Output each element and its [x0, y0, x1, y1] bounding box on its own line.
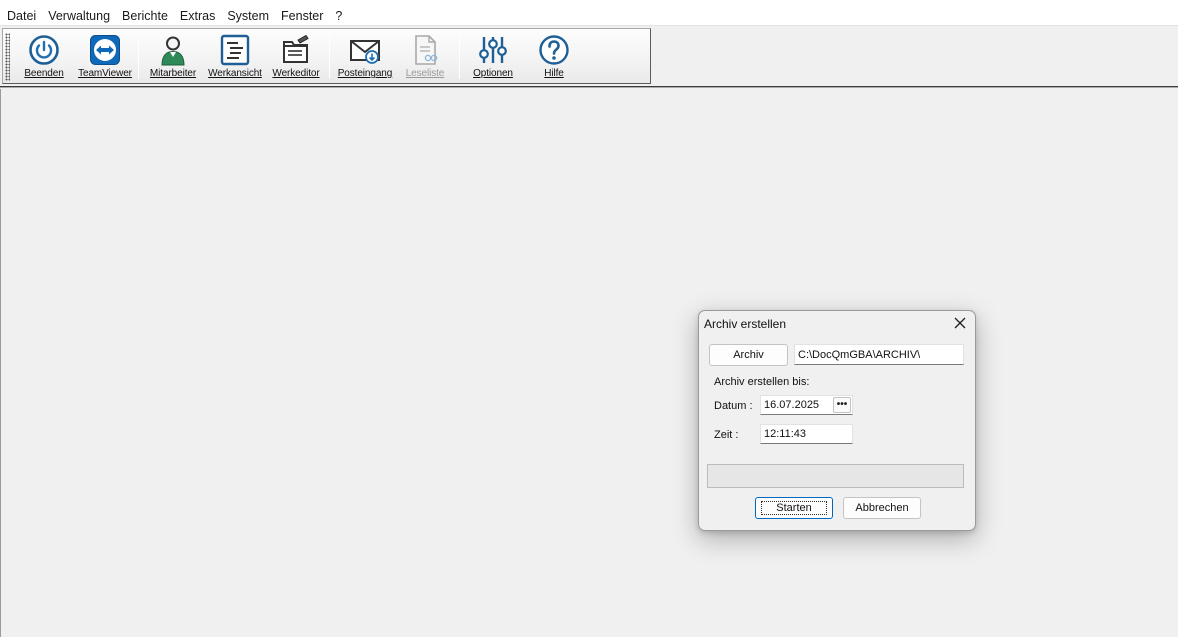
leseliste-label: Leseliste — [405, 68, 445, 79]
archiv-path-field[interactable]: C:\DocQmGBA\ARCHIV\ — [794, 344, 964, 365]
toolbar-grip[interactable] — [5, 33, 10, 81]
beenden-button[interactable]: Beenden — [17, 33, 71, 83]
menu-fenster[interactable]: Fenster — [276, 6, 328, 26]
datum-label: Datum : — [714, 400, 753, 412]
werkeditor-button[interactable]: Werkeditor — [268, 33, 324, 83]
hilfe-button[interactable]: Hilfe — [528, 33, 580, 83]
posteingang-label: Posteingang — [337, 68, 393, 79]
starten-label: Starten — [761, 501, 827, 515]
menu-system[interactable]: System — [222, 6, 274, 26]
werkeditor-label: Werkeditor — [272, 68, 320, 79]
folder-pen-icon — [279, 33, 313, 67]
hilfe-label: Hilfe — [544, 68, 564, 79]
close-icon — [954, 317, 966, 329]
mitarbeiter-button[interactable]: Mitarbeiter — [145, 33, 201, 83]
archiv-bis-label: Archiv erstellen bis: — [714, 376, 810, 388]
menu-berichte[interactable]: Berichte — [117, 6, 173, 26]
close-button[interactable] — [951, 314, 969, 332]
zeit-label: Zeit : — [714, 429, 739, 441]
archiv-button[interactable]: Archiv — [709, 344, 788, 366]
main-toolbar: Beenden TeamViewer Mitarbeiter Werkansic… — [2, 28, 651, 84]
document-list-icon — [218, 33, 252, 67]
help-icon — [537, 33, 571, 67]
date-picker-button[interactable]: ••• — [833, 397, 851, 413]
menu-datei[interactable]: Datei — [2, 6, 41, 26]
menu-extras[interactable]: Extras — [175, 6, 220, 26]
werkansicht-label: Werkansicht — [208, 68, 262, 79]
mail-inbox-icon — [348, 33, 382, 67]
mdi-top-border — [0, 86, 1178, 88]
beenden-label: Beenden — [24, 68, 64, 79]
leseliste-button: Leseliste — [399, 33, 451, 83]
teamviewer-icon — [88, 33, 122, 67]
sliders-icon — [476, 33, 510, 67]
toolbar-separator — [459, 35, 460, 79]
werkansicht-button[interactable]: Werkansicht — [206, 33, 264, 83]
power-icon — [27, 33, 61, 67]
teamviewer-button[interactable]: TeamViewer — [75, 33, 135, 83]
menu-bar: Datei Verwaltung Berichte Extras System … — [0, 6, 1178, 26]
posteingang-button[interactable]: Posteingang — [336, 33, 394, 83]
archive-progress-bar — [707, 464, 964, 488]
abbrechen-button[interactable]: Abbrechen — [843, 497, 921, 519]
toolbar-separator — [329, 35, 330, 79]
mitarbeiter-label: Mitarbeiter — [149, 68, 197, 79]
reading-list-icon — [408, 33, 442, 67]
optionen-label: Optionen — [473, 68, 513, 79]
menu-help[interactable]: ? — [330, 6, 347, 26]
menu-verwaltung[interactable]: Verwaltung — [43, 6, 115, 26]
archiv-erstellen-dialog: Archiv erstellen Archiv C:\DocQmGBA\ARCH… — [698, 310, 976, 531]
starten-button[interactable]: Starten — [755, 497, 833, 519]
datum-value: 16.07.2025 — [764, 399, 820, 411]
toolbar-separator — [138, 35, 139, 79]
dialog-title: Archiv erstellen — [704, 317, 787, 331]
ellipsis-icon: ••• — [836, 399, 848, 410]
person-icon — [156, 33, 190, 67]
zeit-field[interactable]: 12:11:43 — [760, 424, 853, 444]
mdi-workspace — [0, 89, 1178, 637]
teamviewer-label: TeamViewer — [78, 68, 132, 79]
toolbar-area: Beenden TeamViewer Mitarbeiter Werkansic… — [0, 27, 1178, 86]
optionen-button[interactable]: Optionen — [466, 33, 520, 83]
